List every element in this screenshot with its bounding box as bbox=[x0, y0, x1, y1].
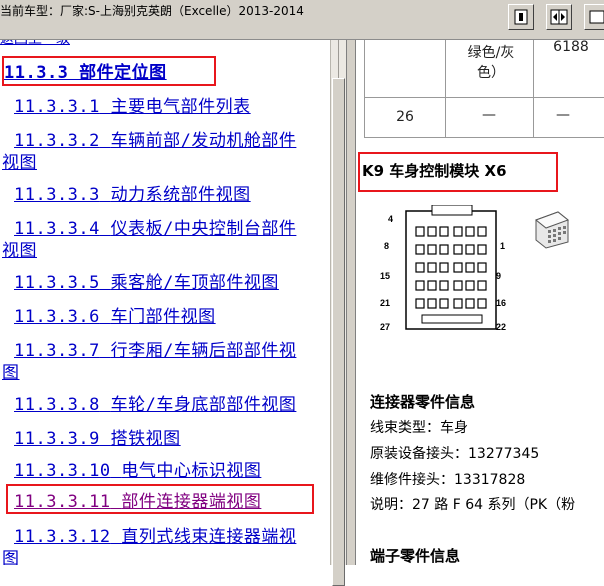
component-heading: K9 车身控制模块 X6 bbox=[362, 162, 507, 180]
current-section-link[interactable]: 11.3.3 部件定位图 bbox=[4, 62, 167, 84]
toc-item-11-3-3-6[interactable]: 11.3.3.6 车门部件视图 bbox=[14, 306, 216, 328]
pin-label: 9 bbox=[496, 271, 502, 281]
toc-item-11-3-3-12[interactable]: 11.3.3.12 直列式线束连接器端视 bbox=[14, 526, 296, 548]
window-title: 当前车型：厂家:S-上海别克英朗（Excelle）2013-2014 bbox=[0, 4, 304, 18]
terminal-info-title: 端子零件信息 bbox=[370, 547, 461, 565]
toc-item-11-3-3-7[interactable]: 11.3.3.7 行李厢/车辆后部部件视 bbox=[14, 340, 296, 362]
table-cell-num: 26 bbox=[396, 109, 414, 125]
pin-table: 绿色/灰 色） 6188 26 — — bbox=[364, 40, 604, 138]
pin-label: 1 bbox=[500, 241, 506, 251]
table-cell-code: 6188 bbox=[553, 40, 589, 55]
toc-item-11-3-3-11[interactable]: 11.3.3.11 部件连接器端视图 bbox=[14, 491, 261, 513]
toc-item-11-3-3-4-cont[interactable]: 视图 bbox=[2, 240, 37, 262]
toc-item-11-3-3-10[interactable]: 11.3.3.10 电气中心标识视图 bbox=[14, 460, 261, 482]
toc-item-11-3-3-3[interactable]: 11.3.3.3 动力系统部件视图 bbox=[14, 184, 251, 206]
toc-pane: 返回上一级 11.3.3 部件定位图 11.3.3.1 主要电气部件列表 11.… bbox=[0, 40, 330, 565]
toc-item-11-3-3-7-cont[interactable]: 图 bbox=[2, 362, 20, 384]
table-cell-dash: — bbox=[556, 107, 570, 123]
oem-connector: 原装设备接头：13277345 bbox=[370, 446, 540, 462]
content-pane: 绿色/灰 色） 6188 26 — — K9 车身控制模块 X6 4 8 1 1… bbox=[356, 40, 604, 565]
table-cell-color-line1: 绿色/灰 bbox=[467, 45, 515, 61]
toc-item-11-3-3-2[interactable]: 11.3.3.2 车辆前部/发动机舱部件 bbox=[14, 130, 296, 152]
service-connector: 维修件接头：13317828 bbox=[370, 472, 526, 488]
pin-label: 4 bbox=[388, 214, 394, 224]
pin-label: 22 bbox=[496, 322, 507, 332]
sync-toc-icon bbox=[514, 9, 528, 25]
pane-splitter[interactable] bbox=[346, 40, 356, 565]
toc-item-11-3-3-2-cont[interactable]: 视图 bbox=[2, 152, 37, 174]
toc-item-11-3-3-9[interactable]: 11.3.3.9 搭铁视图 bbox=[14, 428, 181, 450]
print-button[interactable] bbox=[584, 4, 604, 30]
pin-label: 15 bbox=[380, 271, 391, 281]
expand-pane-icon bbox=[550, 9, 568, 25]
connector-face-diagram bbox=[405, 205, 497, 330]
toc-item-11-3-3-1[interactable]: 11.3.3.1 主要电气部件列表 bbox=[14, 96, 251, 118]
pin-label: 8 bbox=[384, 241, 390, 251]
title-bar: 当前车型：厂家:S-上海别克英朗（Excelle）2013-2014 bbox=[0, 0, 604, 40]
toc-item-11-3-3-8[interactable]: 11.3.3.8 车轮/车身底部部件视图 bbox=[14, 394, 296, 416]
pin-label: 16 bbox=[496, 298, 507, 308]
connector-description: 说明：27 路 F 64 系列（PK（粉 bbox=[370, 497, 576, 513]
print-icon bbox=[589, 10, 604, 24]
connector-info-title: 连接器零件信息 bbox=[370, 393, 476, 411]
table-cell-dash: — bbox=[482, 107, 496, 123]
toc-scrollbar[interactable] bbox=[330, 40, 346, 586]
toc-item-11-3-3-4[interactable]: 11.3.3.4 仪表板/中央控制台部件 bbox=[14, 218, 296, 240]
expand-pane-button[interactable] bbox=[546, 4, 572, 30]
toc-item-11-3-3-5[interactable]: 11.3.3.5 乘客舱/车顶部件视图 bbox=[14, 272, 279, 294]
scrollbar-thumb[interactable] bbox=[332, 78, 345, 586]
harness-type: 线束类型：车身 bbox=[370, 420, 468, 436]
sync-toc-button[interactable] bbox=[508, 4, 534, 30]
table-cell-color-line2: 色） bbox=[477, 65, 505, 81]
pin-label: 21 bbox=[380, 298, 391, 308]
table-cell-color: 绿色/灰 色） bbox=[453, 43, 529, 83]
toc-item-11-3-3-12-cont[interactable]: 图 bbox=[2, 548, 20, 565]
connector-3d-image bbox=[534, 211, 570, 249]
table-row-divider bbox=[365, 97, 604, 98]
pin-label: 27 bbox=[380, 322, 391, 332]
back-link[interactable]: 返回上一级 bbox=[0, 40, 70, 48]
